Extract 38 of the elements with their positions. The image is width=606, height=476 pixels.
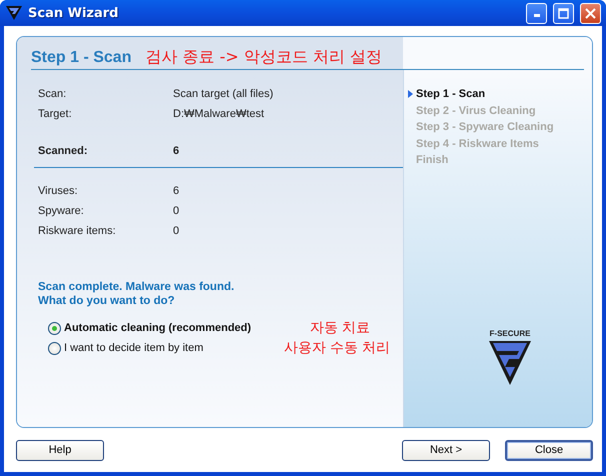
- wizard-step: Step 3 - Spyware Cleaning: [408, 119, 592, 136]
- step-heading: Step 1 - Scan: [31, 49, 132, 67]
- annotation-text: 검사 종료 -> 악성코드 처리 설정: [145, 47, 382, 68]
- status-message: What do you want to do?: [38, 294, 176, 308]
- wizard-step: Finish: [408, 152, 592, 168]
- field-label: Viruses:: [38, 185, 79, 197]
- field-value: 0: [173, 225, 180, 237]
- field-label: Target:: [38, 108, 73, 120]
- annotation-text: 자동 치료: [310, 319, 370, 337]
- app-logo-icon: [6, 5, 22, 21]
- field-label: Spyware:: [38, 205, 85, 217]
- radio-option[interactable]: I want to decide item by item: [48, 342, 278, 354]
- maximize-button[interactable]: [553, 2, 574, 24]
- close-button[interactable]: [580, 2, 601, 24]
- dialog-button[interactable]: Next >: [402, 440, 490, 460]
- field-value: 0: [173, 205, 180, 217]
- minimize-button[interactable]: [526, 2, 547, 24]
- logo-text: F-SECURE: [490, 328, 530, 338]
- field-label: Riskware items:: [38, 225, 117, 237]
- maximize-icon: [558, 8, 569, 18]
- field-value: Scan target (all files): [173, 88, 274, 100]
- field-label: Scan:: [38, 88, 68, 100]
- dialog-button[interactable]: Help: [16, 440, 104, 460]
- field-value: 6: [173, 145, 180, 157]
- wizard-step: Step 1 - Scan: [408, 86, 592, 102]
- status-message: Scan complete. Malware was found.: [38, 280, 236, 294]
- field-label: Scanned:: [38, 145, 89, 157]
- wizard-step: Step 4 - Riskware Items: [408, 136, 592, 152]
- wizard-step: Step 2 - Virus Cleaning: [408, 102, 592, 119]
- arrow-icon: [408, 90, 413, 98]
- dialog-button[interactable]: Close: [505, 440, 593, 460]
- shield-logo-icon: [489, 340, 531, 384]
- radio-option[interactable]: Automatic cleaning (recommended): [48, 322, 278, 334]
- annotation-text: 사용자 수동 처리: [284, 339, 390, 357]
- window-title: Scan Wizard: [28, 6, 120, 20]
- field-value: D:₩Malware₩test: [173, 108, 264, 120]
- field-value: 6: [173, 185, 180, 197]
- close-icon: [585, 8, 596, 18]
